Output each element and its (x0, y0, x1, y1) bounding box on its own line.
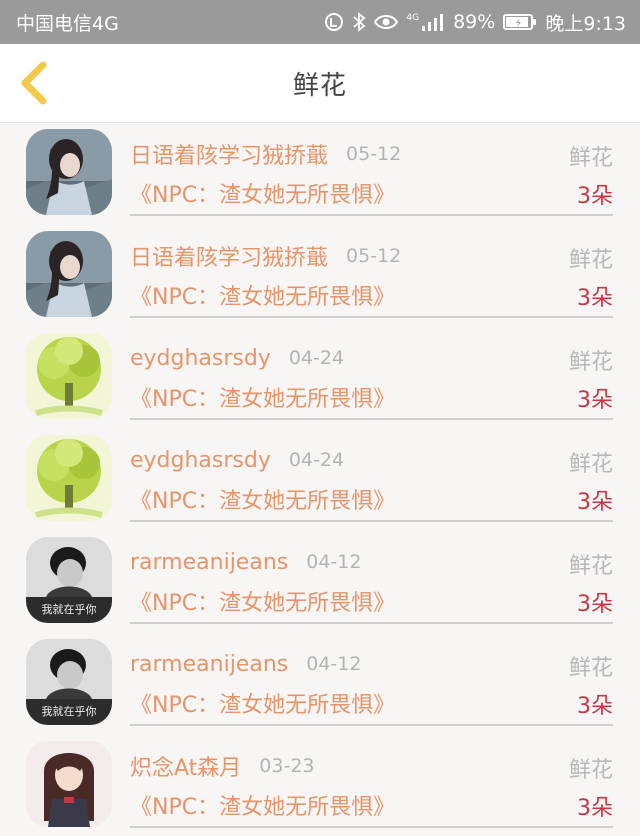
item-content: 炽念At森月 03-23 鲜花《NPC：渣女她无所畏惧》 3朵 (130, 734, 613, 828)
item-header: rarmeanijeans 04-12 鲜花 (130, 548, 613, 580)
item-content: 日语着陔学习狨挢蕺 05-12 鲜花《NPC：渣女她无所畏惧》 3朵 (130, 122, 613, 216)
list-item[interactable]: eydghasrsdy 04-24 鲜花《NPC：渣女她无所畏惧》 3朵 (0, 428, 640, 530)
gift-date: 04-24 (288, 347, 345, 369)
book-title[interactable]: 《NPC：渣女她无所畏惧》 (130, 789, 395, 821)
item-content: 日语着陔学习狨挢蕺 05-12 鲜花《NPC：渣女她无所畏惧》 3朵 (130, 224, 613, 318)
page-title: 鲜花 (292, 70, 347, 101)
avatar[interactable] (26, 435, 112, 521)
item-detail: 《NPC：渣女她无所畏惧》 3朵 (130, 177, 613, 209)
item-content: rarmeanijeans 04-12 鲜花《NPC：渣女她无所畏惧》 3朵 (130, 632, 613, 726)
chevron-left-icon (21, 61, 47, 105)
gift-type: 鲜花 (568, 656, 613, 681)
avatar[interactable]: 我就在乎你 (26, 639, 112, 725)
nav-bar: 鲜花 (0, 44, 640, 123)
item-detail: 《NPC：渣女她无所畏惧》 3朵 (130, 585, 613, 617)
network-tag: 4G (406, 13, 420, 23)
item-header: eydghasrsdy 04-24 鲜花 (130, 446, 613, 478)
book-title[interactable]: 《NPC：渣女她无所畏惧》 (130, 279, 395, 311)
status-icons: 4G 89% 晚上9:13 (324, 9, 626, 36)
signal-icon: 4G (406, 13, 445, 31)
clock: 晚上9:13 (545, 12, 626, 35)
gift-type: 鲜花 (568, 350, 613, 375)
book-title[interactable]: 《NPC：渣女她无所畏惧》 (130, 687, 395, 719)
list-item[interactable]: 我就在乎你 rarmeanijeans 04-12 鲜花《NPC：渣女她无所畏惧》 3朵 (0, 530, 640, 632)
book-title[interactable]: 《NPC：渣女她无所畏惧》 (130, 381, 395, 413)
item-content: eydghasrsdy 04-24 鲜花《NPC：渣女她无所畏惧》 3朵 (130, 326, 613, 420)
gift-type: 鲜花 (568, 452, 613, 477)
gift-type: 鲜花 (568, 146, 613, 171)
avatar[interactable] (26, 231, 112, 317)
gift-date: 05-12 (346, 143, 402, 165)
carrier-label: 中国电信4G (16, 12, 119, 35)
gift-type: 鲜花 (568, 248, 613, 273)
item-header: eydghasrsdy 04-24 鲜花 (130, 344, 613, 376)
item-header: 日语着陔学习狨挢蕺 05-12 鲜花 (130, 240, 613, 273)
list-item[interactable]: 炽念At森月 03-23 鲜花《NPC：渣女她无所畏惧》 3朵 (0, 734, 640, 836)
back-button[interactable] (14, 60, 54, 106)
item-detail: 《NPC：渣女她无所畏惧》 3朵 (130, 279, 613, 311)
gift-date: 04-12 (306, 653, 362, 675)
battery-icon (503, 13, 537, 31)
avatar[interactable] (26, 741, 112, 827)
book-title[interactable]: 《NPC：渣女她无所畏惧》 (130, 585, 395, 617)
item-detail: 《NPC：渣女她无所畏惧》 3朵 (130, 687, 613, 719)
user-name[interactable]: 日语着陔学习狨挢蕺 (130, 240, 328, 272)
item-content: rarmeanijeans 04-12 鲜花《NPC：渣女她无所畏惧》 3朵 (130, 530, 613, 624)
user-name[interactable]: rarmeanijeans (130, 550, 288, 575)
eye-comfort-icon (374, 13, 399, 31)
gift-date: 03-23 (259, 755, 315, 777)
gift-type: 鲜花 (568, 758, 613, 783)
flower-count: 3朵 (577, 694, 613, 719)
user-name[interactable]: eydghasrsdy (130, 448, 271, 473)
item-header: 炽念At森月 03-23 鲜花 (130, 750, 613, 783)
gift-type: 鲜花 (568, 554, 613, 579)
user-name[interactable]: 日语着陔学习狨挢蕺 (130, 138, 328, 170)
flower-count: 3朵 (577, 490, 613, 515)
item-detail: 《NPC：渣女她无所畏惧》 3朵 (130, 483, 613, 515)
flower-count: 3朵 (577, 388, 613, 413)
avatar[interactable] (26, 333, 112, 419)
list-item[interactable]: 日语着陔学习狨挢蕺 05-12 鲜花《NPC：渣女她无所畏惧》 3朵 (0, 122, 640, 224)
user-name[interactable]: rarmeanijeans (130, 652, 288, 677)
svg-text:我就在乎你: 我就在乎你 (42, 602, 97, 616)
bluetooth-icon (352, 12, 366, 32)
user-name[interactable]: 炽念At森月 (130, 750, 241, 782)
svg-text:我就在乎你: 我就在乎你 (42, 704, 97, 718)
flower-count: 3朵 (577, 184, 613, 209)
avatar[interactable] (26, 129, 112, 215)
flower-count: 3朵 (577, 796, 613, 821)
flower-list: 日语着陔学习狨挢蕺 05-12 鲜花 《NPC：渣女她无所畏惧》 3朵 日语着陔学习狨挢蕺… (0, 122, 640, 836)
gift-date: 05-12 (346, 245, 402, 267)
flower-count: 3朵 (577, 592, 613, 617)
book-title[interactable]: 《NPC：渣女她无所畏惧》 (130, 177, 395, 209)
item-header: rarmeanijeans 04-12 鲜花 (130, 650, 613, 682)
gift-date: 04-12 (306, 551, 362, 573)
status-bar: 中国电信4G 4G 89% 晚上9:13 (0, 0, 640, 44)
avatar[interactable]: 我就在乎你 (26, 537, 112, 623)
flower-count: 3朵 (577, 286, 613, 311)
gift-date: 04-24 (288, 449, 345, 471)
data-saver-icon (324, 12, 344, 32)
item-header: 日语着陔学习狨挢蕺 05-12 鲜花 (130, 138, 613, 171)
list-item[interactable]: 我就在乎你 rarmeanijeans 04-12 鲜花《NPC：渣女她无所畏惧》 3朵 (0, 632, 640, 734)
book-title[interactable]: 《NPC：渣女她无所畏惧》 (130, 483, 395, 515)
item-content: eydghasrsdy 04-24 鲜花《NPC：渣女她无所畏惧》 3朵 (130, 428, 613, 522)
list-item[interactable]: 日语着陔学习狨挢蕺 05-12 鲜花《NPC：渣女她无所畏惧》 3朵 (0, 224, 640, 326)
list-item[interactable]: eydghasrsdy 04-24 鲜花《NPC：渣女她无所畏惧》 3朵 (0, 326, 640, 428)
item-detail: 《NPC：渣女她无所畏惧》 3朵 (130, 381, 613, 413)
user-name[interactable]: eydghasrsdy (130, 346, 271, 371)
battery-percent: 89% (453, 11, 496, 33)
item-detail: 《NPC：渣女她无所畏惧》 3朵 (130, 789, 613, 821)
